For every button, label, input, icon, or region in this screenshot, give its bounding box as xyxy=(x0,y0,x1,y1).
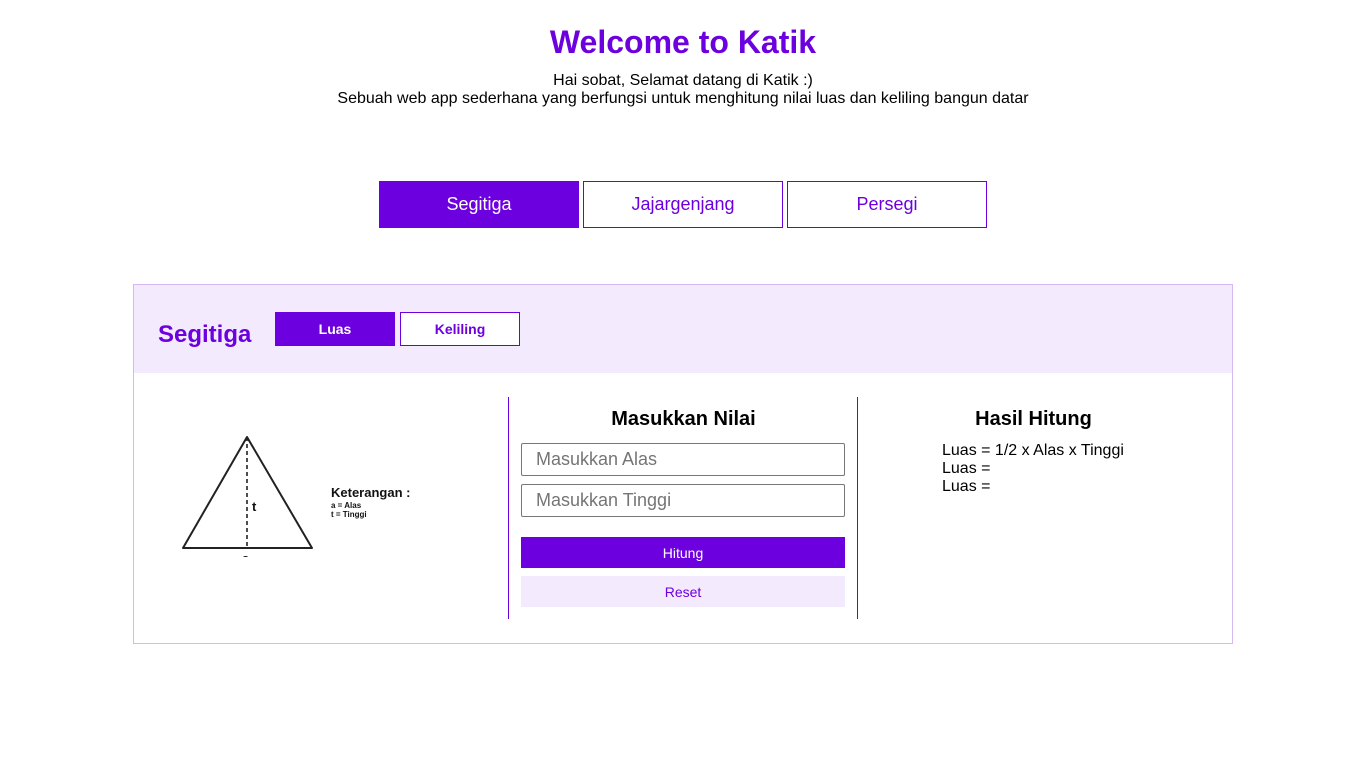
card-header: Segitiga Luas Keliling xyxy=(134,285,1232,373)
base-label: a xyxy=(242,551,250,557)
result-lines: Luas = 1/2 x Alas x Tinggi Luas = Luas = xyxy=(942,442,1124,496)
height-label: t xyxy=(252,499,257,514)
card-title: Segitiga xyxy=(158,321,252,348)
input-section-title: Masukkan Nilai xyxy=(611,408,756,430)
tab-persegi[interactable]: Persegi xyxy=(787,181,987,228)
mode-tab-keliling[interactable]: Keliling xyxy=(400,312,520,346)
result-section-title: Hasil Hitung xyxy=(975,408,1092,430)
mode-tab-luas[interactable]: Luas xyxy=(275,312,395,346)
legend-line-tinggi: t = Tinggi xyxy=(331,510,367,519)
triangle-legend: Keterangan : a = Alas t = Tinggi xyxy=(331,485,410,519)
result-column: Hasil Hitung Luas = 1/2 x Alas x Tinggi … xyxy=(859,397,1208,619)
result-value-2: Luas = xyxy=(942,478,991,495)
page-subtitle-line-2: Sebuah web app sederhana yang berfungsi … xyxy=(337,90,1029,107)
triangle-illustration: t a xyxy=(182,436,313,557)
page-title: Welcome to Katik xyxy=(549,24,817,60)
legend-line-alas: a = Alas xyxy=(331,501,362,510)
column-divider-right xyxy=(857,397,858,619)
tab-jajargenjang[interactable]: Jajargenjang xyxy=(583,181,783,228)
illustration-column: t a Keterangan : a = Alas t = Tinggi xyxy=(134,397,508,619)
result-formula: Luas = 1/2 x Alas x Tinggi xyxy=(942,442,1124,459)
alas-input[interactable] xyxy=(521,443,845,476)
legend-title: Keterangan : xyxy=(331,485,411,500)
hitung-button[interactable]: Hitung xyxy=(521,537,845,568)
tab-segitiga[interactable]: Segitiga xyxy=(379,181,579,228)
calculator-card: Segitiga Luas Keliling t a Keterangan : … xyxy=(133,284,1233,644)
result-value-1: Luas = xyxy=(942,460,991,477)
page-subtitle-line-1: Hai sobat, Selamat datang di Katik :) xyxy=(553,72,813,89)
input-column: Masukkan Nilai Hitung Reset xyxy=(509,397,858,619)
reset-button[interactable]: Reset xyxy=(521,576,845,607)
tinggi-input[interactable] xyxy=(521,484,845,517)
